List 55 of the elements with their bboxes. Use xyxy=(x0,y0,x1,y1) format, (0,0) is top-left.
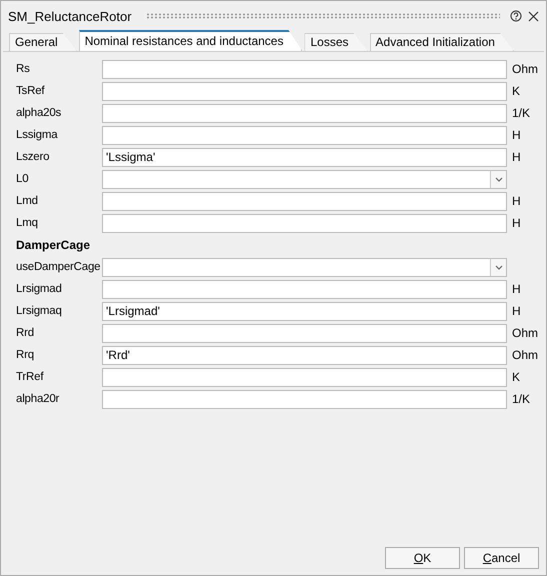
field-label: Lszero xyxy=(16,151,50,163)
input-field[interactable] xyxy=(102,368,507,386)
unit-label: Ohm xyxy=(512,326,538,340)
field-label: TsRef xyxy=(16,85,46,97)
input-field[interactable]: 'Lssigma' xyxy=(102,148,507,166)
field-label: Lssigma xyxy=(16,129,59,141)
input-field[interactable] xyxy=(102,104,507,122)
unit-label: H xyxy=(512,128,521,142)
field-label: Rrq xyxy=(16,349,35,361)
field-label: Lrsigmad xyxy=(16,283,63,295)
field-label: Lmq xyxy=(16,217,39,229)
section-heading: DamperCage xyxy=(16,238,90,252)
chevron-down-icon xyxy=(494,264,502,270)
unit-label: 1/K xyxy=(512,392,530,406)
unit-label: K xyxy=(512,370,520,384)
dropdown-field[interactable] xyxy=(102,170,507,188)
cancel-button[interactable]: Cancel xyxy=(464,547,539,569)
input-field[interactable] xyxy=(102,126,507,144)
chevron-down-icon xyxy=(494,176,502,182)
unit-label: H xyxy=(512,282,521,296)
input-field[interactable] xyxy=(102,390,507,408)
field-label: Rs xyxy=(16,63,31,75)
close-icon[interactable] xyxy=(528,10,539,22)
dropdown-field[interactable] xyxy=(102,258,507,276)
field-label: Rrd xyxy=(16,327,35,339)
ok-button[interactable]: OK xyxy=(385,547,460,569)
field-label: L0 xyxy=(16,173,30,185)
unit-label: K xyxy=(512,84,520,98)
tab[interactable]: Advanced Initialization xyxy=(370,33,514,51)
field-label: Lrsigmaq xyxy=(16,305,63,317)
input-field[interactable] xyxy=(102,280,507,298)
input-field[interactable] xyxy=(102,192,507,210)
unit-label: Ohm xyxy=(512,348,538,362)
field-label: alpha20r xyxy=(16,393,60,405)
tab[interactable]: Nominal resistances and inductances xyxy=(78,30,302,51)
unit-label: Ohm xyxy=(512,62,538,76)
unit-label: H xyxy=(512,150,521,164)
field-label: Lmd xyxy=(16,195,39,207)
unit-label: H xyxy=(512,304,521,318)
input-field[interactable] xyxy=(102,324,507,342)
tab[interactable]: General xyxy=(9,33,77,51)
field-label: useDamperCage xyxy=(16,261,102,273)
field-label: alpha20s xyxy=(16,107,62,119)
window-title: SM_ReluctanceRotor xyxy=(8,8,132,24)
unit-label: 1/K xyxy=(512,106,530,120)
input-field[interactable] xyxy=(102,214,507,232)
tab[interactable]: Losses xyxy=(304,33,368,51)
unit-label: H xyxy=(512,216,521,230)
unit-label: H xyxy=(512,194,521,208)
help-icon[interactable] xyxy=(510,10,522,22)
input-field[interactable]: 'Rrd' xyxy=(102,346,507,364)
field-label: TrRef xyxy=(16,371,45,383)
input-field[interactable] xyxy=(102,60,507,78)
input-field[interactable]: 'Lrsigmad' xyxy=(102,302,507,320)
input-field[interactable] xyxy=(102,82,507,100)
